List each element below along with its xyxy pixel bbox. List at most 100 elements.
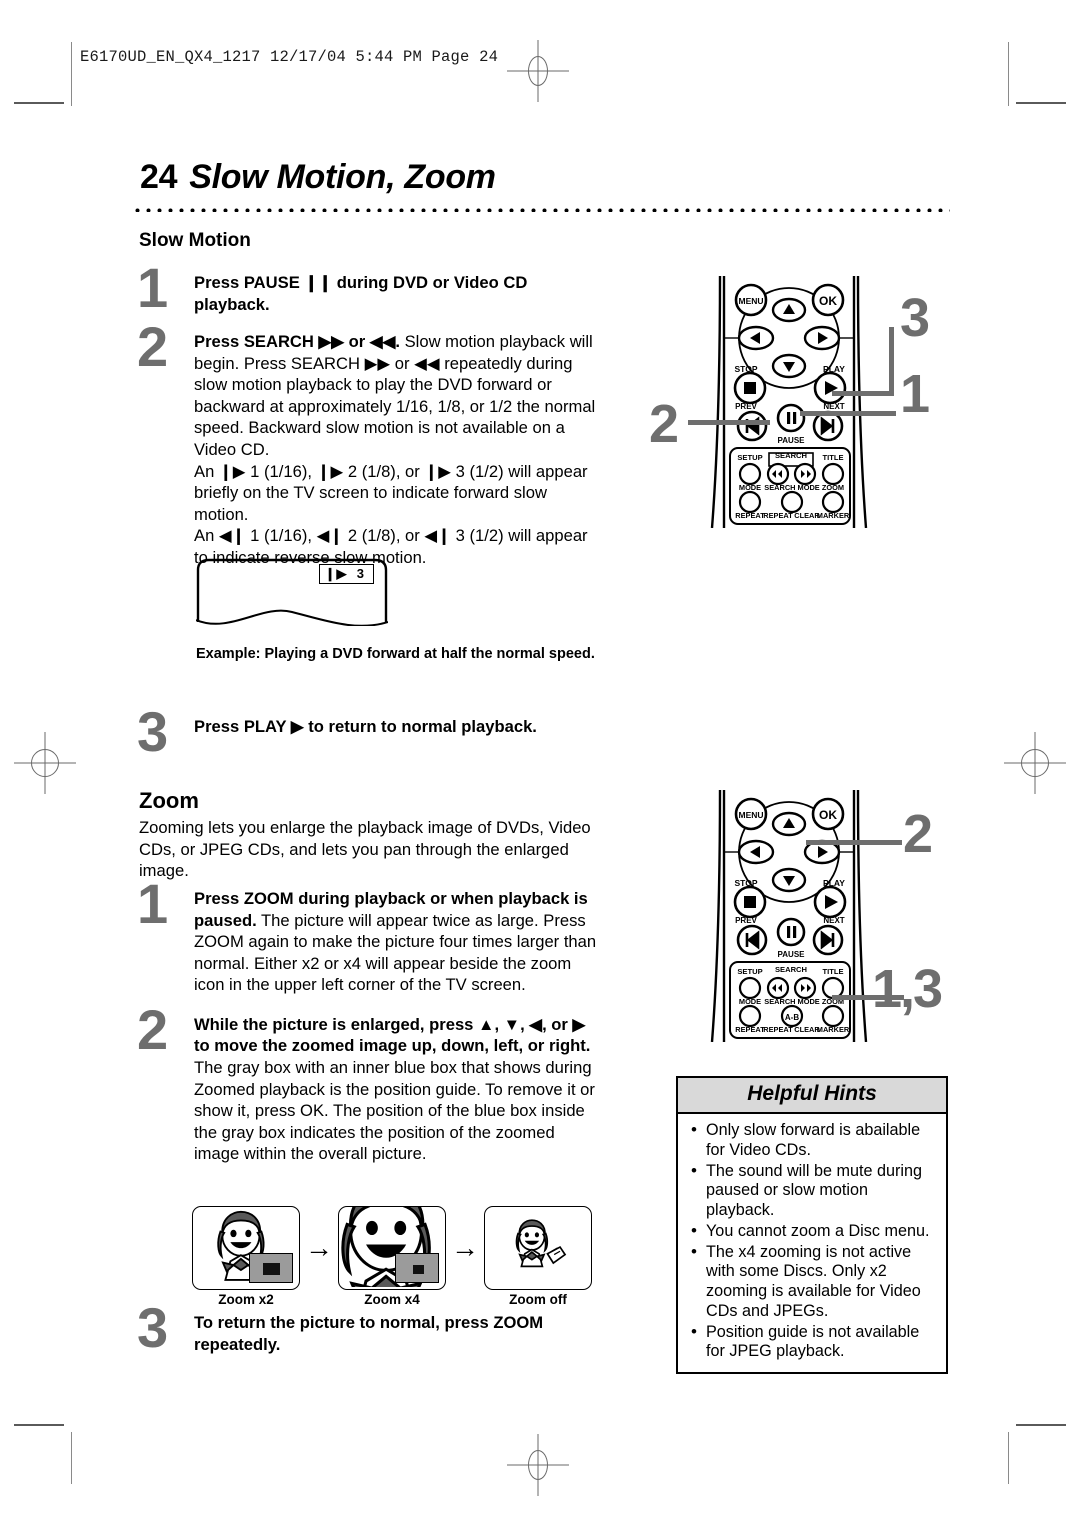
step-lead: While the picture is enlarged, press ▲, … — [194, 1014, 591, 1056]
svg-text:PREV: PREV — [735, 916, 757, 925]
svg-text:A-B: A-B — [785, 1013, 799, 1022]
step-number: 1 — [137, 872, 169, 935]
page-title-text: Slow Motion, Zoom — [189, 158, 496, 196]
step-slow-3: 3 Press PLAY ▶ to return to normal playb… — [137, 704, 604, 760]
svg-text:OK: OK — [819, 808, 837, 822]
illustration-zoom-off: Zoom off — [484, 1206, 592, 1307]
illustration-caption: Zoom x2 — [218, 1292, 274, 1307]
step-body: The gray box with an inner blue box that… — [194, 1057, 595, 1164]
callout-line-1 — [800, 411, 896, 416]
hint-item: The sound will be mute during paused or … — [688, 1161, 936, 1221]
arrow-icon-2: → — [451, 1232, 479, 1263]
svg-text:MODE: MODE — [739, 997, 761, 1006]
position-guide-inner-box — [263, 1263, 280, 1275]
svg-text:OK: OK — [819, 294, 837, 308]
position-guide-gray-box — [395, 1253, 439, 1283]
slow-motion-step-3: 3 Press PLAY ▶ to return to normal playb… — [137, 704, 604, 760]
svg-text:SETUP: SETUP — [737, 453, 762, 462]
step-lead: To return the picture to normal, press Z… — [194, 1313, 544, 1354]
svg-text:SETUP: SETUP — [737, 967, 762, 976]
tv-example-caption: Example: Playing a DVD forward at half t… — [196, 646, 595, 662]
zoom-illustrations: Zoom x2 → Zoom x4 → Zoom off — [192, 1206, 592, 1310]
svg-text:MENU: MENU — [738, 296, 763, 306]
illustration-zoom-x4: Zoom x4 — [338, 1206, 446, 1307]
page-content: 24 Slow Motion, Zoom Slow Motion 1 Press … — [0, 0, 1080, 1528]
svg-text:NEXT: NEXT — [823, 916, 844, 925]
callout-1: 1 — [900, 364, 930, 424]
step-zoom-1: 1 Press ZOOM during playback or when pla… — [137, 876, 604, 996]
zoom-steps: 1 Press ZOOM during playback or when pla… — [137, 876, 604, 1167]
slow-indicator-box: ❙▶ 3 — [318, 564, 374, 584]
svg-text:REPEAT: REPEAT — [763, 1025, 793, 1034]
callout-3: 3 — [900, 288, 930, 348]
zoom-intro: Zooming lets you enlarge the playback im… — [139, 817, 604, 882]
svg-text:ZOOM: ZOOM — [822, 483, 844, 492]
hint-item: Only slow forward is abailable for Video… — [688, 1120, 936, 1161]
svg-text:SEARCH: SEARCH — [775, 965, 807, 974]
arrow-icon-1: → — [305, 1232, 333, 1263]
position-guide-gray-box — [249, 1253, 293, 1283]
svg-text:PAUSE: PAUSE — [778, 436, 806, 445]
step-zoom-3: 3 To return the picture to normal, press… — [137, 1300, 604, 1356]
svg-text:TITLE: TITLE — [822, 967, 843, 976]
girl-figure-small-icon — [515, 1219, 567, 1268]
svg-text:PREV: PREV — [735, 402, 757, 411]
illustration-caption: Zoom off — [509, 1292, 567, 1307]
section-heading-slow-motion: Slow Motion — [139, 230, 251, 251]
tv-screen-example: ❙▶ 3 — [196, 558, 388, 626]
page-title: 24 Slow Motion, Zoom — [140, 158, 496, 197]
step-number: 3 — [137, 700, 169, 763]
step-number: 1 — [137, 256, 169, 319]
helpful-hints-list: Only slow forward is abailable for Video… — [678, 1114, 946, 1372]
svg-text:REPEAT: REPEAT — [763, 511, 793, 520]
illustration-caption: Zoom x4 — [364, 1292, 420, 1307]
step-lead: Press PAUSE ❙❙ during DVD or Video CD pl… — [194, 273, 528, 314]
svg-text:MENU: MENU — [738, 810, 763, 820]
section-heading-zoom: Zoom — [139, 788, 199, 813]
step-number: 2 — [137, 997, 169, 1061]
svg-text:MARKER: MARKER — [817, 511, 850, 520]
remote-diagram-slow-motion: MENU OK STOP PLAY PREV PAUSE NEXT SETUP … — [706, 276, 872, 528]
svg-text:SEARCH MODE: SEARCH MODE — [764, 483, 820, 492]
illustration-zoom-x2: Zoom x2 — [192, 1206, 300, 1307]
callout-zoom-2: 2 — [903, 804, 933, 864]
step-lead: Press PLAY ▶ to return to normal playbac… — [194, 717, 537, 736]
callout-line-3-vert — [889, 327, 894, 393]
step-number: 2 — [137, 315, 169, 379]
step-slow-2: 2 Press SEARCH ▶▶ or ◀◀. Slow motion pla… — [137, 319, 604, 568]
callout-line-2 — [688, 420, 770, 425]
callout-zoom-1-3: 1,3 — [872, 959, 943, 1019]
hint-item: Position guide is not available for JPEG… — [688, 1322, 936, 1363]
hint-item: The x4 zooming is not active with some D… — [688, 1242, 936, 1322]
remote-diagram-zoom: MENU OK STOP PLAY PREV PAUSE NEXT SETUP … — [706, 790, 872, 1042]
helpful-hints-box: Helpful Hints Only slow forward is abail… — [676, 1076, 948, 1375]
svg-text:PAUSE: PAUSE — [778, 950, 806, 959]
zoom-step-3: 3 To return the picture to normal, press… — [137, 1300, 604, 1357]
svg-text:TITLE: TITLE — [822, 453, 843, 462]
step-body: Slow motion playback will begin. Press S… — [194, 332, 596, 459]
step-zoom-2: 2 While the picture is enlarged, press ▲… — [137, 1001, 604, 1165]
page-number: 24 — [140, 158, 178, 196]
step-body-2: An ❙▶ 1 (1/16), ❙▶ 2 (1/8), or ❙▶ 3 (1/2… — [194, 461, 588, 524]
slow-motion-steps: 1 Press PAUSE ❙❙ during DVD or Video CD … — [137, 260, 604, 570]
svg-text:NEXT: NEXT — [823, 402, 844, 411]
remote-control-graphic: MENU OK STOP PLAY PREV PAUSE NEXT SETUP … — [710, 790, 868, 1042]
svg-text:REPEAT: REPEAT — [735, 511, 765, 520]
remote-control-graphic: MENU OK STOP PLAY PREV PAUSE NEXT SETUP … — [710, 276, 868, 528]
callout-line-zoom-2 — [806, 840, 902, 845]
illustration-picture — [338, 1206, 446, 1290]
step-slow-1: 1 Press PAUSE ❙❙ during DVD or Video CD … — [137, 260, 604, 316]
dotted-divider — [132, 205, 950, 212]
svg-text:SEARCH MODE: SEARCH MODE — [764, 997, 820, 1006]
callout-line-3 — [832, 391, 894, 396]
svg-text:MARKER: MARKER — [817, 1025, 850, 1034]
illustration-picture — [484, 1206, 592, 1290]
illustration-picture — [192, 1206, 300, 1290]
slow-forward-icon: ❙▶ — [324, 566, 348, 581]
zoom-intro-text: Zooming lets you enlarge the playback im… — [139, 818, 591, 881]
slow-indicator-value: 3 — [356, 566, 365, 581]
svg-text:REPEAT: REPEAT — [735, 1025, 765, 1034]
helpful-hints-title: Helpful Hints — [678, 1078, 946, 1114]
step-lead: Press SEARCH ▶▶ or ◀◀. — [194, 332, 400, 352]
step-number: 3 — [137, 1296, 169, 1359]
